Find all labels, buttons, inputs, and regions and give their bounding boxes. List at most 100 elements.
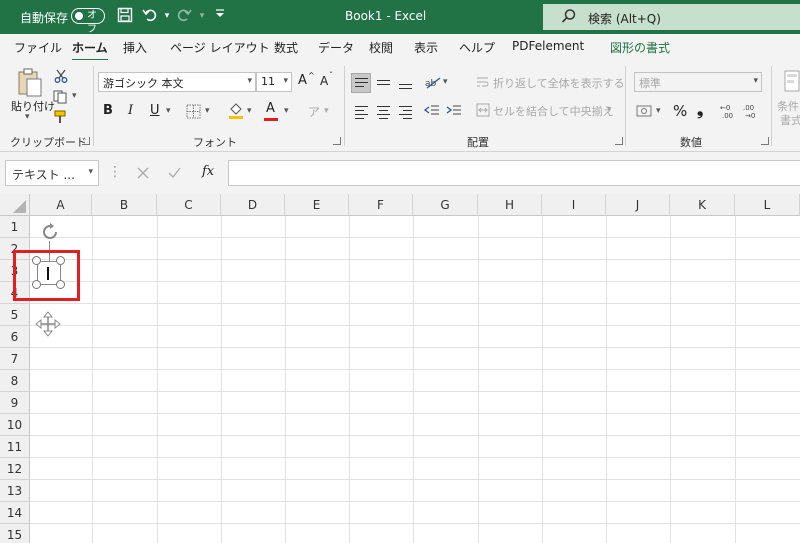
tab-page-layout[interactable]: ページ レイアウト [170,39,270,56]
format-painter-icon[interactable] [53,110,67,127]
column-header[interactable]: C [157,194,221,216]
paste-icon[interactable] [17,68,43,101]
move-handle-icon[interactable] [35,311,61,340]
decrease-indent-icon[interactable] [423,103,440,122]
wrap-text-button[interactable]: 折り返して全体を表示する [493,75,625,91]
merge-center-button[interactable]: セルを結合して中央揃え [493,103,614,119]
column-header[interactable]: E [285,194,349,216]
undo-icon[interactable] [141,7,159,25]
font-color-dropdown-icon[interactable]: ▾ [284,106,289,116]
underline-button[interactable]: U [150,103,160,118]
row-header[interactable]: 1 [0,216,30,238]
customize-icon[interactable] [211,7,229,25]
row-header[interactable]: 7 [0,348,30,370]
underline-dropdown-icon[interactable]: ▾ [166,106,171,116]
tab-formulas[interactable]: 数式 [274,39,298,56]
accounting-format-icon[interactable] [636,104,654,121]
tab-insert[interactable]: 挿入 [123,39,147,56]
borders-dropdown-icon[interactable]: ▾ [205,106,210,116]
copy-dropdown-icon[interactable]: ▾ [72,91,77,101]
cut-icon[interactable] [54,69,68,86]
undo-dropdown-icon[interactable]: ▾ [158,7,176,25]
orientation-dropdown-icon[interactable]: ▾ [443,77,448,87]
increase-indent-icon[interactable] [446,103,462,122]
row-header[interactable]: 6 [0,326,30,348]
tab-shape-format[interactable]: 図形の書式 [610,39,670,56]
tab-data[interactable]: データ [318,39,354,56]
wrap-text-icon[interactable] [476,75,490,92]
row-header[interactable]: 13 [0,480,30,502]
tab-help[interactable]: ヘルプ [459,39,495,56]
font-size-combo[interactable]: 11 ▾ [256,72,292,92]
borders-icon[interactable] [186,104,201,122]
search-box[interactable]: 検索 (Alt+Q) [543,4,800,30]
column-header[interactable]: K [670,194,735,216]
row-header[interactable]: 14 [0,502,30,524]
fill-color-icon[interactable] [228,102,244,123]
column-header[interactable]: B [92,194,157,216]
name-box[interactable]: テキスト ... ▾ [5,160,99,186]
merge-dropdown-icon[interactable]: ▾ [607,105,612,115]
autosave-toggle[interactable]: オフ [71,8,105,35]
tab-home[interactable]: ホーム [72,39,108,61]
tab-review[interactable]: 校閲 [369,39,393,56]
redo-dropdown-icon[interactable]: ▾ [193,7,211,25]
comma-button[interactable]: ❟ [697,100,703,120]
enter-icon[interactable] [168,167,181,182]
decrease-decimal-icon[interactable]: .00 →0 [743,103,763,122]
tab-view[interactable]: 表示 [414,39,438,56]
merge-center-icon[interactable] [476,103,490,120]
column-header[interactable]: G [413,194,478,216]
column-header[interactable]: J [606,194,670,216]
align-right-button[interactable] [395,101,415,121]
accounting-dropdown-icon[interactable]: ▾ [656,106,661,116]
align-left-button[interactable] [351,101,371,121]
formula-input[interactable] [228,160,800,186]
column-header[interactable]: D [221,194,285,216]
row-header[interactable]: 8 [0,370,30,392]
align-center-button[interactable] [373,101,393,121]
fill-color-dropdown-icon[interactable]: ▾ [247,106,252,116]
phonetic-icon[interactable]: ア [308,103,320,120]
conditional-formatting-icon[interactable] [784,70,800,95]
rotate-handle-icon[interactable] [39,221,61,246]
orientation-icon[interactable]: ab [424,74,442,93]
shrink-font-button[interactable]: A [320,74,328,88]
font-color-button[interactable]: A [266,101,275,116]
row-header[interactable]: 12 [0,458,30,480]
align-bottom-button[interactable] [395,73,415,93]
row-header[interactable]: 9 [0,392,30,414]
tab-file[interactable]: ファイル [14,39,62,56]
row-header[interactable]: 5 [0,304,30,326]
column-header[interactable]: F [349,194,413,216]
font-name-combo[interactable]: 游ゴシック 本文 ▾ [98,72,256,92]
italic-button[interactable]: I [128,103,133,118]
copy-icon[interactable] [53,90,69,107]
grow-font-button[interactable]: A [298,73,307,88]
number-launcher-icon[interactable] [761,137,769,145]
font-launcher-icon[interactable] [333,137,341,145]
clipboard-launcher-icon[interactable] [82,137,90,145]
worksheet-grid[interactable]: A B C D E F G H I J K L 1 2 3 4 5 6 7 8 … [0,194,800,543]
tab-pdfelement[interactable]: PDFelement [512,39,584,53]
conditional-formatting-format[interactable]: 書式 [780,112,800,128]
phonetic-dropdown-icon[interactable]: ▾ [324,106,329,116]
column-header[interactable]: H [478,194,542,216]
alignment-launcher-icon[interactable] [615,137,623,145]
column-header[interactable]: L [735,194,800,216]
column-header[interactable]: I [542,194,606,216]
row-header[interactable]: 15 [0,524,30,543]
column-header[interactable]: A [30,194,92,216]
align-top-button[interactable] [351,73,371,93]
row-header[interactable]: 11 [0,436,30,458]
align-middle-button[interactable] [373,73,393,93]
save-icon[interactable] [116,7,134,25]
number-format-combo[interactable]: 標準 ▾ [634,72,762,92]
percent-button[interactable]: % [673,102,687,120]
cancel-icon[interactable] [137,167,149,182]
insert-function-button[interactable]: fx [202,164,214,179]
redo-icon[interactable] [175,7,193,25]
paste-dropdown-icon[interactable]: ▾ [25,112,30,122]
bold-button[interactable]: B [103,103,113,118]
paste-label[interactable]: 貼り付け [11,98,55,114]
